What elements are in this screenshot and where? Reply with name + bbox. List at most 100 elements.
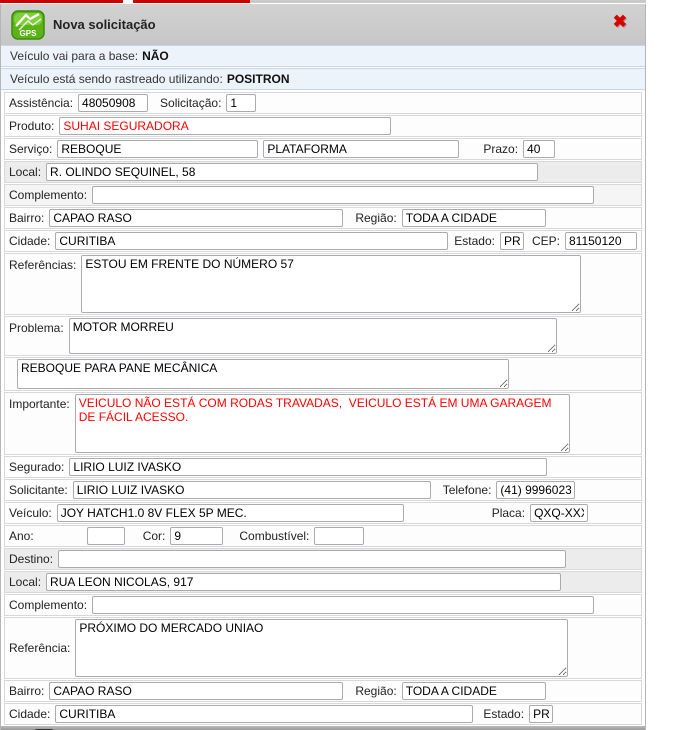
bairro-label: Bairro: [9,211,44,225]
svg-text:GPS: GPS [20,29,38,38]
veiculo-label: Veículo: [9,506,52,520]
regiao-input[interactable] [402,209,546,227]
destino-regiao-label: Região: [355,684,396,698]
row-referencia-destino: Referência: PRÓXIMO DO MERCADO UNIAO [4,617,642,679]
row-importante: Importante: VEICULO NÃO ESTÁ COM RODAS T… [4,392,642,455]
importante-label: Importante: [9,394,70,411]
local-label: Local: [9,165,41,179]
row-referencias: Referências: ESTOU EM FRENTE DO NÚMERO 5… [4,253,642,315]
segurado-label: Segurado: [9,460,64,474]
prazo-label: Prazo: [483,142,518,156]
problema-textarea[interactable]: MOTOR MORREU [69,318,557,354]
importante-textarea[interactable]: VEICULO NÃO ESTÁ COM RODAS TRAVADAS, VEI… [75,394,570,453]
row-assistencia: Assistência: Solicitação: [4,92,642,114]
row-complemento-origem: Complemento: [4,184,642,206]
assistencia-label: Assistência: [9,96,73,110]
row-ano-cor-combustivel: Ano: Cor: Combustível: [4,525,642,547]
cor-input[interactable] [170,527,223,545]
bairro-input[interactable] [49,209,343,227]
row-local-origem: Local: [4,161,642,183]
destino-input[interactable] [58,550,566,568]
destino-label: Destino: [9,552,53,566]
destino-estado-label: Estado: [483,707,524,721]
info-bar-rastreamento: Veículo está sendo rastreado utilizando:… [1,68,645,90]
telefone-input[interactable] [496,481,575,499]
placa-label: Placa: [492,506,525,520]
telefone-label: Telefone: [443,483,492,497]
veiculo-input[interactable] [57,504,404,522]
dialog-footer-bar [1,726,645,730]
gps-logo-icon: GPS [11,10,45,40]
destino-local-input[interactable] [46,573,561,591]
cep-input[interactable] [565,232,637,250]
referencias-textarea[interactable]: ESTOU EM FRENTE DO NÚMERO 57 [81,255,581,313]
problema-label: Problema: [9,318,64,335]
red-bar-left [0,0,123,3]
nova-solicitacao-dialog: GPS Nova solicitação ✖ Veículo vai para … [0,4,646,730]
row-cidade-origem: Cidade: Estado: CEP: [4,230,642,252]
row-cidade-destino: Cidade: Estado: [4,703,642,725]
info-base-label: Veículo vai para a base: [10,49,138,63]
segurado-input[interactable] [69,458,547,476]
placa-input[interactable] [530,504,588,522]
row-problema: Problema: MOTOR MORREU [4,316,642,356]
problema-extra-textarea[interactable]: REBOQUE PARA PANE MECÂNICA [17,359,509,389]
cor-label: Cor: [143,529,166,543]
regiao-label: Região: [355,211,396,225]
prazo-input[interactable] [523,140,555,158]
destino-cidade-label: Cidade: [9,707,50,721]
info-base-value: NÃO [142,49,169,63]
row-complemento-destino: Complemento: [4,594,642,616]
row-bairro-destino: Bairro: Região: [4,680,642,702]
destino-regiao-input[interactable] [402,682,546,700]
destino-cidade-input[interactable] [55,705,473,723]
destino-referencia-label: Referência: [9,641,70,655]
solicitante-input[interactable] [73,481,431,499]
destino-complemento-input[interactable] [92,596,594,614]
referencias-label: Referências: [9,255,76,272]
cidade-label: Cidade: [9,234,50,248]
complemento-input[interactable] [92,186,594,204]
row-problema-extra: REBOQUE PARA PANE MECÂNICA [4,357,642,391]
servico-input[interactable] [57,140,258,158]
cep-label: CEP: [532,234,560,248]
row-solicitante: Solicitante: Telefone: [4,479,642,501]
cidade-input[interactable] [55,232,448,250]
row-produto: Produto: [4,115,642,137]
close-icon[interactable]: ✖ [613,13,627,30]
destino-complemento-label: Complemento: [9,598,87,612]
estado-label: Estado: [454,234,495,248]
dialog-title-bar: GPS Nova solicitação ✖ [1,4,645,45]
row-servico: Serviço: Prazo: [4,138,642,160]
red-bar-right [133,0,250,3]
servico-label: Serviço: [9,142,52,156]
servico-tipo-input[interactable] [263,140,459,158]
row-segurado: Segurado: [4,456,642,478]
gray-bar [250,0,646,3]
assistencia-input[interactable] [78,94,148,112]
ano-input[interactable] [87,527,125,545]
info-tracking-value: POSITRON [227,72,290,86]
solicitante-label: Solicitante: [9,483,68,497]
destino-bairro-input[interactable] [49,682,343,700]
produto-input[interactable] [59,117,391,135]
row-veiculo: Veículo: Placa: [4,502,642,524]
estado-input[interactable] [500,232,524,250]
info-tracking-label: Veículo está sendo rastreado utilizando: [10,72,223,86]
local-input[interactable] [46,163,538,181]
ano-label: Ano: [9,529,34,543]
combustivel-label: Combustível: [239,529,309,543]
request-form: Assistência: Solicitação: Produto: Servi… [1,91,645,725]
solicitacao-label: Solicitação: [160,96,221,110]
row-destino: Destino: [4,548,642,570]
row-local-destino: Local: [4,571,642,593]
destino-estado-input[interactable] [529,705,553,723]
combustivel-input[interactable] [314,527,364,545]
solicitacao-input[interactable] [226,94,256,112]
info-bar-base: Veículo vai para a base: NÃO [1,45,645,67]
destino-bairro-label: Bairro: [9,684,44,698]
dialog-title: Nova solicitação [53,17,156,32]
destino-local-label: Local: [9,575,41,589]
destino-referencia-textarea[interactable]: PRÓXIMO DO MERCADO UNIAO [75,619,568,677]
complemento-label: Complemento: [9,188,87,202]
